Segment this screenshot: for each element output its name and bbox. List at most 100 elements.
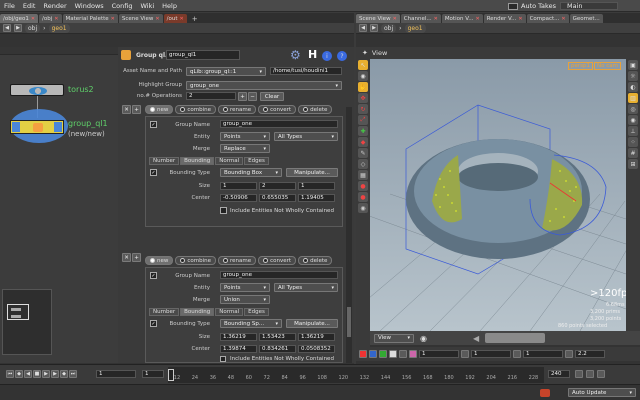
op2-radio-new[interactable]: new [145,256,174,265]
op2-types-menu[interactable]: All Types [274,283,338,292]
persp-label[interactable]: persp1 [568,62,593,70]
close-icon[interactable]: ✕ [180,16,184,22]
color-gray-icon[interactable] [399,350,407,358]
op1-size-x[interactable]: 1 [220,182,257,190]
close-icon[interactable]: ✕ [434,16,438,22]
cam-label[interactable]: No cam [594,62,621,70]
gear-icon[interactable]: ⚙ [290,48,301,62]
menu-wiki[interactable]: Wiki [137,2,159,10]
eye-icon[interactable]: ◉ [420,334,427,343]
menu-windows[interactable]: Windows [71,2,108,10]
op2-add-button[interactable]: + [132,253,141,262]
wireframe-icon[interactable]: ▥ [628,93,638,103]
op1-center-y[interactable]: 0.655035 [259,194,296,202]
bypass-flag[interactable] [12,122,20,132]
toolbar-icon[interactable] [513,350,521,358]
uv-icon[interactable]: ⊞ [628,159,638,169]
op1-include-checkbox[interactable] [220,207,227,214]
op1-types-menu[interactable]: All Types [274,132,338,141]
step-forward-icon[interactable]: ▶ [51,370,59,378]
scrollbar-thumb[interactable] [347,307,351,337]
ops-remove-button[interactable]: − [248,92,257,101]
op1-size-z[interactable]: 1 [298,182,335,190]
display-icon[interactable]: ▣ [628,60,638,70]
tab-obj-geo1[interactable]: /obj/geo1 ✕ [0,14,39,23]
help-icon-h[interactable]: H [308,48,317,61]
close-icon[interactable]: ✕ [561,16,565,22]
op2-radio-delete[interactable]: delete [298,256,333,265]
rotate-tool-icon[interactable]: ↻ [358,104,368,114]
op2-merge-menu[interactable]: Union [220,295,270,304]
ops-add-button[interactable]: + [238,92,247,101]
close-icon[interactable]: ✕ [31,16,35,22]
close-icon[interactable]: ✕ [393,16,397,22]
highlight-group-menu[interactable]: group_one [186,81,342,90]
op2-subtab-number[interactable]: Number [149,308,180,316]
op2-group-name-field[interactable]: group_one [220,271,338,279]
points-icon[interactable]: ⁘ [628,137,638,147]
op2-include-checkbox[interactable] [220,356,226,362]
op1-manipulate-button[interactable]: Manipulate... [286,168,338,177]
op2-radio-rename[interactable]: rename [218,256,257,265]
close-icon[interactable]: ✕ [476,16,480,22]
tab-obj[interactable]: /obj ✕ [39,14,62,23]
color-white-icon[interactable] [389,350,397,358]
color-blue-icon[interactable] [369,350,377,358]
end-frame-field[interactable]: 240 [548,370,570,378]
tab-geometry[interactable]: Geomet... [569,14,603,23]
op2-bounding-checkbox[interactable]: ✓ [150,320,157,327]
next-key-icon[interactable]: ◆ [60,370,68,378]
asset-path-field[interactable]: /home/tusi/houdini1 [270,67,342,75]
move-tool-icon[interactable]: ✥ [358,93,368,103]
breadcrumb-obj[interactable]: obj [381,23,397,33]
menu-file[interactable]: File [0,2,19,10]
auto-takes-checkbox[interactable] [508,2,518,10]
tab-out[interactable]: /out ✕ [163,14,187,23]
record-tool-icon[interactable]: ● [358,181,368,191]
op2-manipulate-button[interactable]: Manipulate... [286,319,338,328]
op1-subtab-normal[interactable]: Normal [215,157,244,165]
paint-tool-icon[interactable]: ✎ [358,148,368,158]
stop-icon[interactable]: ■ [33,370,41,378]
first-frame-icon[interactable]: ⏮ [6,370,14,378]
tab-render-view[interactable]: Render V... ✕ [483,14,526,23]
snap-tool-icon[interactable]: ◇ [358,159,368,169]
grid-snap-icon[interactable]: ▦ [358,170,368,180]
op1-center-x[interactable]: -0.50906 [220,194,257,202]
op1-center-z[interactable]: 1.19405 [298,194,335,202]
forward-icon[interactable]: ▶ [14,24,22,32]
tab-channel[interactable]: Channel... ✕ [400,14,441,23]
shading-icon[interactable]: ◐ [628,82,638,92]
op1-merge-menu[interactable]: Replace [220,144,270,153]
close-icon[interactable]: ✕ [518,16,522,22]
start-frame-field[interactable]: 1 [142,370,164,378]
op2-remove-button[interactable]: ✕ [122,253,131,262]
op2-subtab-normal[interactable]: Normal [215,308,244,316]
op1-add-button[interactable]: + [132,105,141,114]
op2-enable-checkbox[interactable]: ✓ [150,272,157,279]
breadcrumb-geo1[interactable]: geo1 [404,23,426,33]
breadcrumb-geo1[interactable]: geo1 [48,23,70,33]
color-pink-icon[interactable] [409,350,417,358]
op1-entity-menu[interactable]: Points [220,132,270,141]
op1-group-name-field[interactable]: group_one [220,120,338,128]
menu-help[interactable]: Help [158,2,181,10]
tab-scene-view[interactable]: Scene View ✕ [118,14,163,23]
op2-size-x[interactable]: 1.36219 [220,333,257,341]
desktop-select[interactable]: Main [560,2,618,10]
op1-remove-button[interactable]: ✕ [122,105,131,114]
tab-motion-view[interactable]: Motion V... ✕ [441,14,483,23]
op1-radio-new[interactable]: new [145,105,174,114]
torus-node[interactable] [10,84,64,96]
prev-key-icon[interactable]: ◆ [15,370,23,378]
menu-edit[interactable]: Edit [19,2,40,10]
info-icon[interactable]: i [322,51,332,61]
pose-tool-icon[interactable]: ✚ [358,126,368,136]
add-tab-icon[interactable]: + [192,15,198,23]
render-tool-icon[interactable]: ◉ [358,203,368,213]
network-overview[interactable] [2,289,52,355]
forward-icon[interactable]: ▶ [370,24,378,32]
update-mode-icon[interactable] [540,389,550,397]
ops-field[interactable]: 2 [186,92,236,100]
op1-bounding-type-menu[interactable]: Bounding Box [220,168,282,177]
